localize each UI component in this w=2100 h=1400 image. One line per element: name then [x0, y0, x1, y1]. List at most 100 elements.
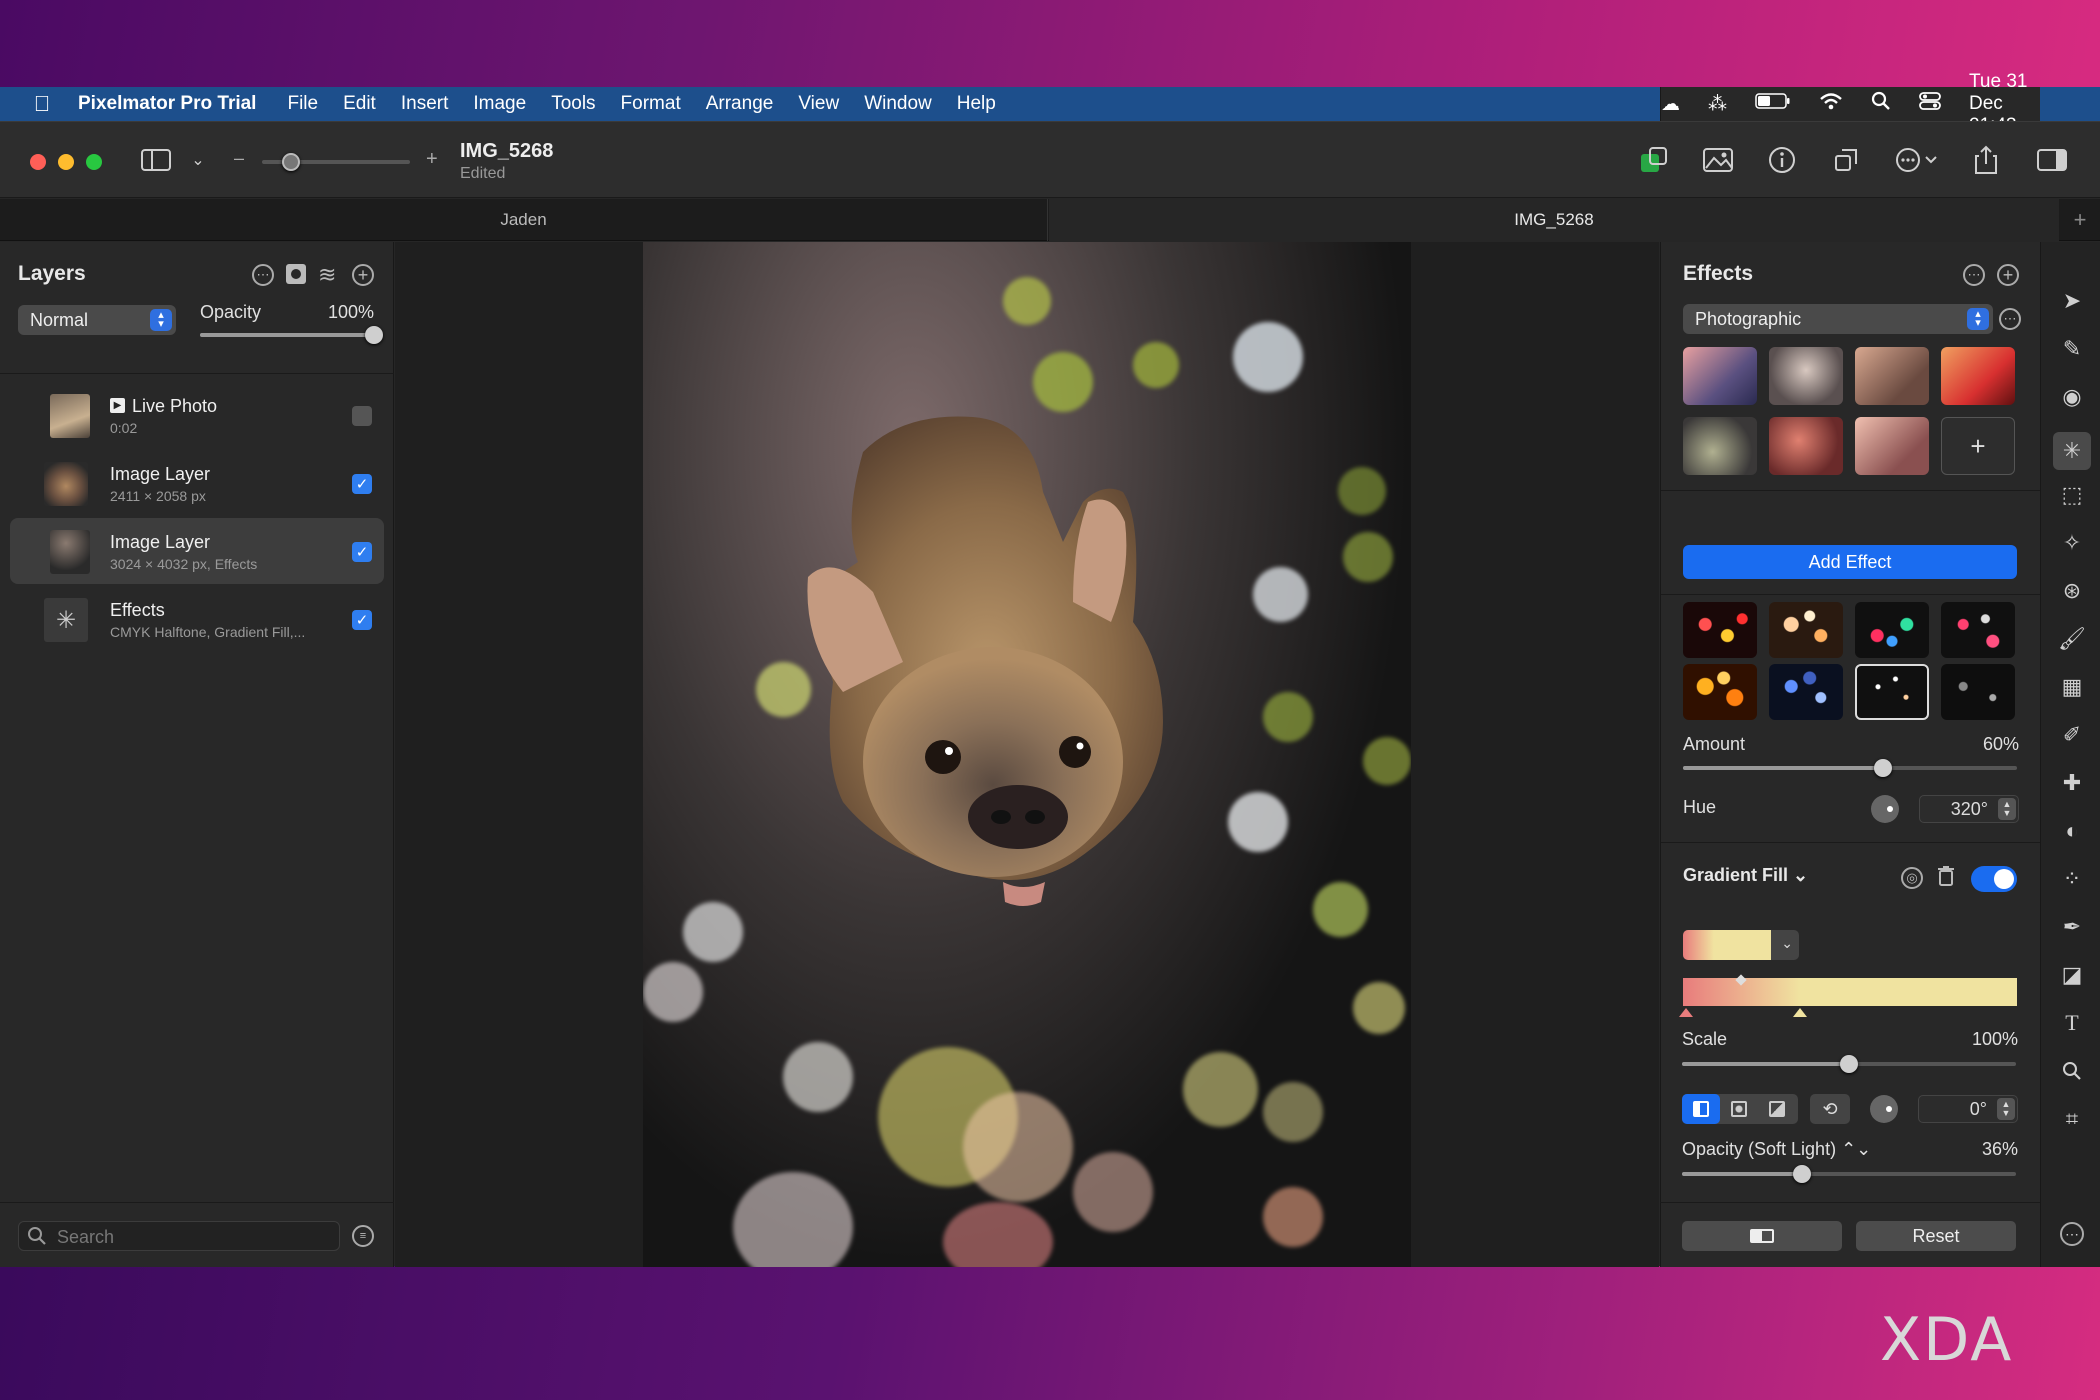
creative-cloud-icon[interactable]: ☁	[1661, 93, 1680, 116]
layer-visibility-checkbox[interactable]: ✓	[352, 474, 372, 494]
filter-icon[interactable]: ≡	[352, 1225, 374, 1247]
preset-thumbnail[interactable]	[1769, 417, 1843, 475]
tab-img-5268[interactable]: IMG_5268	[1049, 199, 2059, 241]
menu-insert[interactable]: Insert	[401, 93, 449, 115]
preset-thumbnail[interactable]	[1769, 347, 1843, 405]
layer-stack-icon[interactable]: ≋	[318, 262, 336, 288]
gradient-fill-visibility-icon[interactable]: ◎	[1901, 867, 1923, 889]
effects-options-icon[interactable]: ⋯	[1963, 264, 1985, 286]
bokeh-preset-thumbnail-selected[interactable]	[1855, 664, 1929, 720]
gradient-stop-end[interactable]	[1793, 1008, 1807, 1017]
menu-view[interactable]: View	[798, 93, 839, 115]
gradient-editor-bar[interactable]	[1683, 978, 2017, 1006]
erase-tool-icon[interactable]: ✐	[2059, 722, 2085, 748]
minimize-window-button[interactable]	[58, 154, 74, 170]
layer-opacity-slider[interactable]	[200, 326, 383, 344]
layer-visibility-checkbox[interactable]	[352, 406, 372, 426]
battery-icon[interactable]	[1755, 92, 1791, 116]
new-tab-button[interactable]: +	[2060, 199, 2100, 241]
gradient-preset-select[interactable]: ⌄	[1683, 930, 1799, 960]
zoom-tool-icon[interactable]	[2059, 1058, 2085, 1084]
mask-icon[interactable]	[286, 264, 306, 284]
preset-thumbnail[interactable]	[1855, 347, 1929, 405]
layer-visibility-checkbox[interactable]: ✓	[352, 542, 372, 562]
add-effect-button[interactable]: Add Effect	[1683, 545, 2017, 579]
menu-format[interactable]: Format	[621, 93, 681, 115]
layers-options-icon[interactable]: ⋯	[252, 264, 274, 286]
bokeh-preset-thumbnail[interactable]	[1683, 602, 1757, 658]
hue-dial[interactable]	[1871, 795, 1899, 823]
menu-edit[interactable]: Edit	[343, 93, 376, 115]
share-icon[interactable]: ⁂	[1708, 93, 1727, 116]
more-tools-icon[interactable]: ⋯	[2060, 1222, 2084, 1246]
style-tool-icon[interactable]: ✎	[2059, 336, 2085, 362]
more-options-icon[interactable]	[1892, 142, 1944, 178]
layer-row-effects[interactable]: ✳ Effects CMYK Halftone, Gradient Fill,.…	[10, 586, 384, 652]
crop-rotate-icon[interactable]	[1828, 142, 1864, 178]
tab-jaden[interactable]: Jaden	[0, 199, 1048, 241]
menu-help[interactable]: Help	[957, 93, 996, 115]
gradient-fill-header[interactable]: Gradient Fill ⌄	[1683, 865, 1808, 886]
layer-row-image-2[interactable]: Image Layer 3024 × 4032 px, Effects ✓	[10, 518, 384, 584]
control-center-icon[interactable]	[1919, 91, 1941, 117]
apple-menu-icon[interactable]: 	[28, 91, 56, 117]
menu-arrange[interactable]: Arrange	[706, 93, 774, 115]
share-export-icon[interactable]	[1968, 142, 2004, 178]
effects-tool-icon[interactable]: ✳	[2053, 432, 2091, 470]
type-tool-icon[interactable]: T	[2059, 1010, 2085, 1036]
zoom-out-button[interactable]: –	[234, 148, 244, 169]
stepper-arrows-icon[interactable]: ▲ ▼	[1998, 798, 2016, 820]
add-effect-icon[interactable]: +	[1997, 264, 2019, 286]
layer-row-image-1[interactable]: Image Layer 2411 × 2058 px ✓	[10, 450, 384, 516]
chevron-down-icon[interactable]: ⌄	[180, 142, 216, 178]
zoom-in-button[interactable]: +	[426, 148, 438, 171]
repair-tool-icon[interactable]: ⊛	[2059, 578, 2085, 604]
gradient-fill-toggle[interactable]	[1971, 866, 2017, 892]
shape-tool-icon[interactable]: ◪	[2059, 962, 2085, 988]
canvas-image[interactable]	[643, 242, 1411, 1267]
bokeh-preset-thumbnail[interactable]	[1769, 602, 1843, 658]
distort-tool-icon[interactable]: ◐	[2059, 818, 2085, 844]
color-adjust-tool-icon[interactable]: ◉	[2059, 384, 2085, 410]
app-menu[interactable]: Pixelmator Pro Trial	[78, 93, 256, 115]
photo-browser-icon[interactable]	[1700, 142, 1736, 178]
inspector-toggle-icon[interactable]	[2034, 142, 2070, 178]
crop-tool-icon[interactable]: ⌗	[2059, 1106, 2085, 1132]
gradient-tool-icon[interactable]: ▦	[2059, 674, 2085, 700]
preset-thumbnail[interactable]	[1941, 347, 2015, 405]
wifi-icon[interactable]	[1819, 91, 1843, 117]
menu-image[interactable]: Image	[473, 93, 526, 115]
zoom-slider[interactable]	[262, 153, 410, 171]
zoom-window-button[interactable]	[86, 154, 102, 170]
add-preset-button[interactable]: +	[1941, 417, 2015, 475]
bokeh-preset-thumbnail[interactable]	[1855, 602, 1929, 658]
paint-tool-icon[interactable]: 🖌	[2058, 626, 2086, 652]
layer-visibility-checkbox[interactable]: ✓	[352, 610, 372, 630]
menu-window[interactable]: Window	[864, 93, 932, 115]
add-layer-icon[interactable]: +	[352, 264, 374, 286]
arrange-tool-icon[interactable]: ➤	[2059, 288, 2085, 314]
menu-tools[interactable]: Tools	[551, 93, 595, 115]
preset-thumbnail[interactable]	[1683, 347, 1757, 405]
hue-stepper[interactable]: 320° ▲ ▼	[1919, 795, 2019, 823]
noise-tool-icon[interactable]: ⁘	[2059, 866, 2085, 892]
bokeh-preset-thumbnail[interactable]	[1769, 664, 1843, 720]
category-options-icon[interactable]: ⋯	[1999, 308, 2021, 330]
bokeh-preset-thumbnail[interactable]	[1941, 602, 2015, 658]
retouch-tool-icon[interactable]: ✚	[2059, 770, 2085, 796]
spotlight-icon[interactable]	[1871, 91, 1891, 117]
amount-slider[interactable]	[1683, 759, 2017, 777]
effect-category-select[interactable]: Photographic ▴ ▾	[1683, 304, 1993, 334]
pen-tool-icon[interactable]: ✒	[2059, 914, 2085, 940]
blend-mode-select[interactable]: Normal ▴ ▾	[18, 305, 176, 335]
selection-tool-icon[interactable]: ⬚	[2059, 482, 2085, 508]
magic-wand-tool-icon[interactable]: ✧	[2059, 530, 2085, 556]
info-icon[interactable]	[1764, 142, 1800, 178]
layer-row-live-photo[interactable]: ▶ Live Photo 0:02	[10, 382, 384, 448]
menu-file[interactable]: File	[287, 93, 318, 115]
gradient-stop-start[interactable]	[1679, 1008, 1693, 1017]
preset-thumbnail[interactable]	[1855, 417, 1929, 475]
bokeh-preset-thumbnail[interactable]	[1683, 664, 1757, 720]
export-app-icon[interactable]	[1636, 142, 1672, 178]
close-window-button[interactable]	[30, 154, 46, 170]
